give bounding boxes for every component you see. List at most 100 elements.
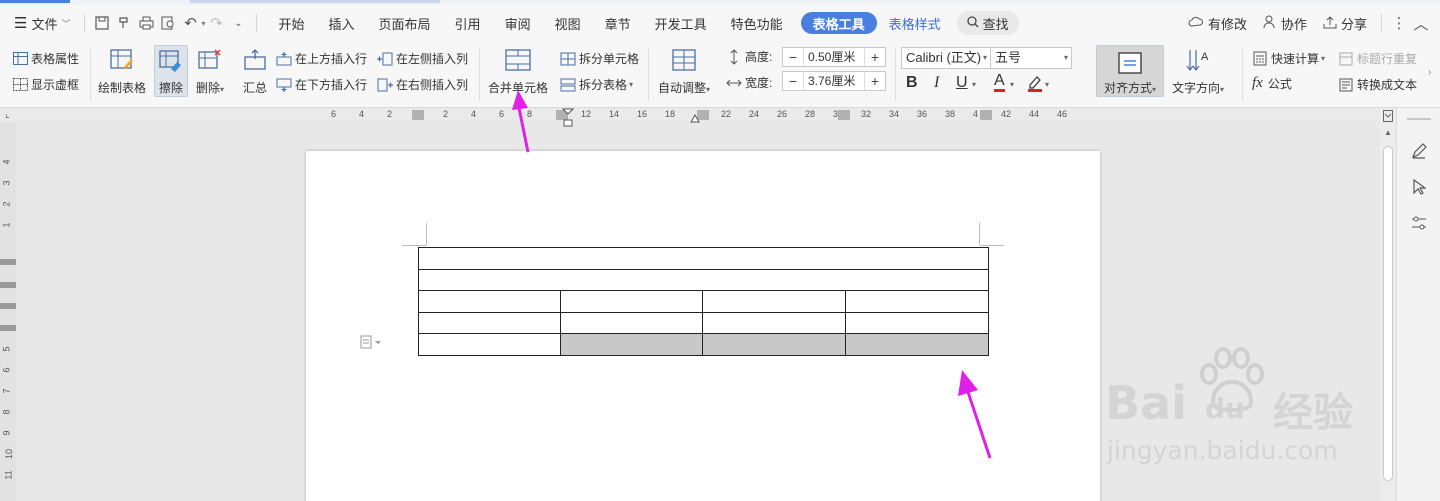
- collapse-ribbon-icon[interactable]: ︿: [1410, 12, 1432, 34]
- vertical-ruler[interactable]: 4 3 2 1 5 6 7 8 9 10 11: [0, 122, 16, 501]
- auto-fit-button[interactable]: 自动调整▾: [658, 47, 710, 96]
- tab-table-tools[interactable]: 表格工具: [800, 12, 877, 34]
- table-cell[interactable]: [560, 290, 704, 313]
- show-gridlines-button[interactable]: 显示虚框: [12, 76, 79, 93]
- table-cell[interactable]: [702, 290, 846, 313]
- paste-options-icon[interactable]: [360, 335, 382, 352]
- highlight-icon[interactable]: [1027, 74, 1043, 95]
- table-cell[interactable]: [418, 247, 989, 270]
- page-nav-icon[interactable]: [1383, 110, 1393, 125]
- width-decrease-button[interactable]: −: [783, 73, 803, 89]
- insert-column-right-button[interactable]: 在右侧插入列: [377, 76, 468, 93]
- selected-cell[interactable]: [702, 333, 846, 356]
- tab-table-style[interactable]: 表格样式: [877, 9, 953, 37]
- tab-special-features[interactable]: 特色功能: [719, 9, 795, 37]
- quick-calc-button[interactable]: 快速计算 ▾: [1252, 50, 1325, 67]
- width-increase-button[interactable]: +: [865, 73, 885, 89]
- table-cell[interactable]: [844, 311, 990, 334]
- tab-insert[interactable]: 插入: [317, 9, 367, 37]
- chevron-down-icon[interactable]: ▾: [1045, 80, 1049, 89]
- chevron-down-icon[interactable]: ▾: [1010, 80, 1014, 89]
- more-options-icon[interactable]: ⋮: [1388, 12, 1410, 34]
- print-preview-icon[interactable]: [157, 12, 179, 34]
- tab-review[interactable]: 审阅: [493, 9, 543, 37]
- ruler-row-marker[interactable]: [0, 282, 16, 288]
- edit-pen-icon[interactable]: [1409, 141, 1429, 161]
- table-cell[interactable]: [417, 333, 562, 356]
- scrollbar-thumb[interactable]: [1383, 146, 1393, 481]
- collaborate-button[interactable]: 协作: [1255, 14, 1315, 33]
- split-cells-button[interactable]: 拆分单元格: [560, 50, 639, 67]
- tab-page-layout[interactable]: 页面布局: [367, 9, 443, 37]
- erase-button[interactable]: 擦除: [154, 45, 188, 97]
- ruler-margin-marker[interactable]: [980, 110, 992, 120]
- insert-column-left-button[interactable]: 在左侧插入列: [377, 50, 468, 67]
- convert-to-text-button[interactable]: 转换成文本: [1338, 76, 1417, 93]
- formula-button[interactable]: fx 公式: [1252, 75, 1292, 92]
- italic-button[interactable]: I: [934, 74, 939, 92]
- draw-table-button[interactable]: 绘制表格: [98, 47, 146, 96]
- tab-stop-marker[interactable]: ⌞: [5, 109, 10, 120]
- table-cell[interactable]: [844, 290, 990, 313]
- save-icon[interactable]: [91, 12, 113, 34]
- tab-sections[interactable]: 章节: [593, 9, 643, 37]
- font-color-button[interactable]: A: [994, 73, 1005, 92]
- share-button[interactable]: 分享: [1315, 14, 1375, 33]
- ruler-margin-marker[interactable]: [412, 110, 424, 120]
- file-menu[interactable]: ☰ 文件 ﹀: [0, 9, 78, 37]
- ruler-row-marker[interactable]: [0, 303, 16, 309]
- height-increase-button[interactable]: +: [865, 49, 885, 65]
- insert-row-below-button[interactable]: 在下方插入行: [276, 76, 367, 93]
- more-dropdown-icon[interactable]: ⌄: [228, 12, 250, 34]
- merge-cells-button[interactable]: 合并单元格: [488, 47, 548, 96]
- height-decrease-button[interactable]: −: [783, 49, 803, 65]
- select-cursor-icon[interactable]: [1409, 177, 1429, 197]
- font-name-select[interactable]: Calibri (正文) ▾: [901, 47, 991, 69]
- horizontal-ruler[interactable]: ⌞ 6 4 2 2 4 6 8 12 14 16 18 22 24 26 28 …: [0, 108, 1380, 127]
- document-table[interactable]: [417, 247, 990, 356]
- table-properties-button[interactable]: 表格属性: [12, 50, 79, 67]
- scroll-up-icon[interactable]: ▲: [1384, 128, 1392, 137]
- summary-button[interactable]: 汇总: [242, 47, 268, 96]
- width-value[interactable]: 3.76厘米: [803, 72, 865, 90]
- selected-cell[interactable]: [560, 333, 704, 356]
- ruler-row-marker[interactable]: [0, 259, 16, 265]
- delete-button[interactable]: 删除▾: [196, 47, 224, 96]
- chevron-down-icon[interactable]: ▾: [972, 80, 976, 89]
- indent-marker[interactable]: [561, 108, 575, 133]
- format-painter-icon[interactable]: [113, 12, 135, 34]
- width-stepper[interactable]: − 3.76厘米 +: [782, 71, 886, 91]
- font-size-select[interactable]: 五号 ▾: [990, 47, 1072, 69]
- table-cell[interactable]: [702, 311, 846, 334]
- selected-cell[interactable]: [844, 333, 990, 356]
- split-table-button[interactable]: 拆分表格 ▾: [560, 76, 633, 93]
- tab-home[interactable]: 开始: [267, 9, 317, 37]
- redo-icon[interactable]: ↷: [206, 12, 228, 34]
- alignment-button[interactable]: 对齐方式▾: [1096, 45, 1164, 97]
- ruler-row-marker[interactable]: [0, 325, 16, 331]
- text-direction-button[interactable]: A 文字方向▾: [1172, 47, 1224, 96]
- underline-button[interactable]: U: [956, 74, 968, 92]
- height-value[interactable]: 0.50厘米: [803, 48, 865, 66]
- bold-button[interactable]: B: [906, 74, 918, 92]
- tab-references[interactable]: 引用: [443, 9, 493, 37]
- ribbon-scroll-icon[interactable]: ›: [1428, 67, 1431, 78]
- undo-icon[interactable]: ↶: [179, 12, 201, 34]
- tab-view[interactable]: 视图: [543, 9, 593, 37]
- height-stepper[interactable]: − 0.50厘米 +: [782, 47, 886, 67]
- table-cell[interactable]: [417, 290, 562, 313]
- table-cell[interactable]: [560, 311, 704, 334]
- search-button[interactable]: 查找: [956, 11, 1019, 35]
- table-cell[interactable]: [417, 311, 562, 334]
- vertical-scrollbar[interactable]: ▲: [1380, 108, 1396, 501]
- print-icon[interactable]: [135, 12, 157, 34]
- insert-row-above-button[interactable]: 在上方插入行: [276, 50, 367, 67]
- sliders-icon[interactable]: [1409, 213, 1429, 233]
- ruler-column-marker[interactable]: [838, 110, 850, 120]
- table-cell[interactable]: [418, 268, 989, 291]
- repeat-header-button[interactable]: 标题行重复: [1338, 50, 1417, 67]
- changes-button[interactable]: 有修改: [1180, 14, 1255, 33]
- document-page[interactable]: [306, 151, 1100, 501]
- right-indent-marker[interactable]: [690, 112, 700, 126]
- tab-developer[interactable]: 开发工具: [643, 9, 719, 37]
